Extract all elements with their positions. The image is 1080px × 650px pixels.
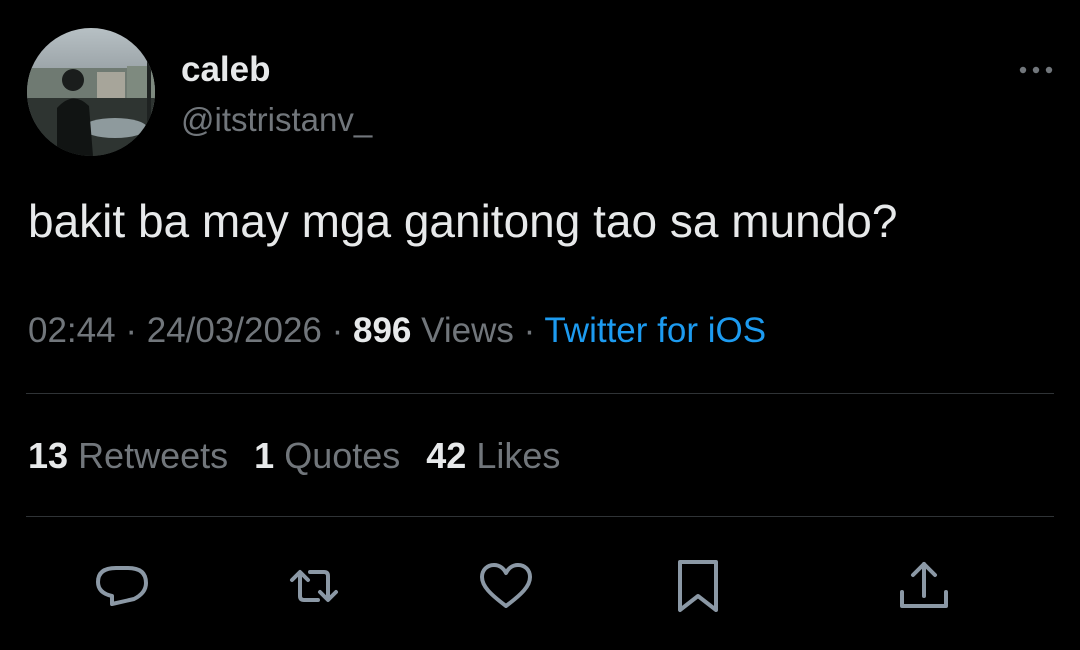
quotes-label: Quotes [284, 435, 401, 476]
tweet-date[interactable]: 24/03/2026 [147, 311, 322, 350]
quotes-count: 1 [254, 435, 275, 476]
bookmark-button[interactable] [668, 556, 728, 616]
like-icon [480, 563, 532, 608]
tweet-detail: caleb @itstristanv_ bakit ba may mga gan… [0, 0, 1080, 650]
meta-separator: · [321, 311, 353, 350]
share-icon [900, 562, 948, 608]
retweets-stat[interactable]: 13 Retweets [28, 435, 228, 476]
retweets-label: Retweets [78, 435, 229, 476]
meta-separator: · [513, 311, 545, 350]
likes-count: 42 [426, 435, 467, 476]
meta-separator: · [115, 311, 147, 350]
likes-label: Likes [476, 435, 561, 476]
divider [26, 393, 1054, 394]
views-label: Views [421, 311, 514, 350]
more-icon [1019, 66, 1053, 74]
retweet-icon [290, 570, 338, 602]
quotes-stat[interactable]: 1 Quotes [254, 435, 400, 476]
avatar-photo [27, 28, 155, 156]
reply-icon [96, 566, 148, 606]
more-options-button[interactable] [1015, 58, 1057, 82]
author-display-name[interactable]: caleb [181, 50, 271, 90]
author-handle[interactable]: @itstristanv_ [181, 100, 372, 140]
share-button[interactable] [894, 556, 954, 616]
reply-button[interactable] [92, 556, 152, 616]
tweet-source-link[interactable]: Twitter for iOS [544, 311, 766, 350]
tweet-text: bakit ba may mga ganitong tao sa mundo? [28, 195, 898, 247]
engagement-stats: 13 Retweets 1 Quotes 42 Likes [28, 434, 586, 478]
like-button[interactable] [476, 556, 536, 616]
likes-stat[interactable]: 42 Likes [426, 435, 560, 476]
bookmark-icon [678, 560, 718, 612]
views-count: 896 [352, 311, 412, 350]
tweet-time[interactable]: 02:44 [28, 311, 116, 350]
retweet-button[interactable] [284, 556, 344, 616]
tweet-metadata: 02:44 · 24/03/2026 · 896 Views · Twitter… [28, 309, 766, 353]
retweets-count: 13 [28, 435, 69, 476]
avatar[interactable] [27, 28, 155, 156]
divider [26, 516, 1054, 517]
